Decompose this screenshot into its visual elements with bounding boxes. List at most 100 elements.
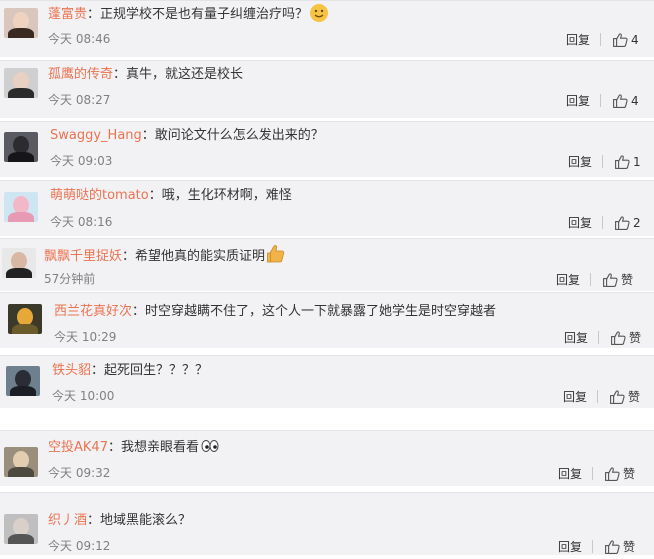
avatar-girl-dark-hair[interactable] bbox=[4, 68, 38, 98]
comment-timestamp: 今天 09:03 bbox=[50, 154, 113, 168]
comment-username[interactable]: 铁头貂 bbox=[52, 363, 91, 378]
comment-line: 铁头貂：起死回生？？？？ bbox=[52, 362, 208, 380]
avatar-dark-character[interactable] bbox=[6, 366, 40, 396]
comment-timestamp: 57分钟前 bbox=[44, 272, 96, 286]
comment-line: 织丿酒：地域黑能滚么？ bbox=[48, 512, 191, 530]
like-button[interactable]: 赞 bbox=[611, 331, 641, 345]
comment-text: ：正规学校不是也有量子纠缠治疗吗？ bbox=[87, 7, 309, 22]
comment-text: ：敢问论文什么怎么发出来的？ bbox=[141, 128, 324, 143]
like-count: 2 bbox=[633, 216, 641, 230]
thumbs-up-icon bbox=[613, 94, 628, 113]
comment-actions: 回复 4 bbox=[566, 92, 639, 110]
comment-text: ：哦，生化环材啊，难怪 bbox=[148, 188, 292, 203]
reply-button[interactable]: 回复 bbox=[556, 273, 580, 287]
avatar-hooded-figure[interactable] bbox=[4, 132, 38, 162]
like-button[interactable]: 赞 bbox=[605, 540, 635, 554]
avatar-pink-anime[interactable] bbox=[4, 192, 38, 222]
thumbs-up-icon bbox=[613, 33, 628, 52]
like-button[interactable]: 赞 bbox=[605, 467, 635, 481]
like-button[interactable]: 2 bbox=[615, 216, 641, 230]
avatar-man-suit[interactable] bbox=[2, 248, 36, 278]
like-count: 赞 bbox=[623, 467, 636, 481]
comment-username[interactable]: Swaggy_Hang bbox=[50, 128, 142, 143]
thumbs-up-icon bbox=[603, 273, 618, 292]
comment-timestamp: 今天 09:12 bbox=[48, 539, 111, 553]
comment-actions: 回复 赞 bbox=[558, 538, 635, 556]
like-button[interactable]: 赞 bbox=[610, 390, 640, 404]
avatar-gray-face[interactable] bbox=[4, 514, 38, 544]
thumbs-up-icon bbox=[615, 155, 630, 174]
comment-timestamp: 今天 10:00 bbox=[52, 389, 115, 403]
avatar-person-figure[interactable] bbox=[4, 447, 38, 477]
comment-username[interactable]: 飘飘千里捉妖 bbox=[44, 249, 122, 264]
action-divider bbox=[600, 94, 602, 107]
action-divider bbox=[592, 540, 594, 553]
eyes-emoji bbox=[201, 439, 219, 453]
comment-line: 萌萌哒的tomato：哦，生化环材啊，难怪 bbox=[50, 187, 292, 205]
reply-button[interactable]: 回复 bbox=[566, 33, 590, 47]
comment-line: 西兰花真好次：时空穿越瞒不住了，这个人一下就暴露了她学生是时空穿越者 bbox=[54, 303, 496, 321]
comment-line: 蓬富贵：正规学校不是也有量子纠缠治疗吗？ bbox=[48, 4, 329, 24]
comment-actions: 回复 赞 bbox=[558, 465, 635, 483]
avatar-candle-flame[interactable] bbox=[8, 304, 42, 334]
comment-timestamp: 今天 08:46 bbox=[48, 32, 111, 46]
avatar-woman-face[interactable] bbox=[4, 8, 38, 38]
comment-line: 空投AK47：我想亲眼看看 bbox=[48, 439, 219, 457]
comment-username[interactable]: 蓬富贵 bbox=[48, 7, 87, 22]
action-divider bbox=[600, 33, 602, 46]
like-button[interactable]: 4 bbox=[613, 94, 639, 108]
comment-actions: 回复 2 bbox=[568, 214, 641, 232]
comment-line: 飘飘千里捉妖：希望他真的能实质证明 bbox=[44, 244, 285, 266]
comment-username[interactable]: 西兰花真好次 bbox=[54, 304, 132, 319]
reply-button[interactable]: 回复 bbox=[558, 540, 582, 554]
comment-line: 孤鹰的传奇：真牛，就这还是校长 bbox=[48, 66, 243, 84]
comment-actions: 回复 1 bbox=[568, 153, 641, 171]
comment-username[interactable]: 萌萌哒的tomato bbox=[50, 188, 149, 203]
comment-actions: 回复 赞 bbox=[563, 388, 640, 406]
reply-button[interactable]: 回复 bbox=[563, 390, 587, 404]
like-button[interactable]: 1 bbox=[615, 155, 641, 169]
reply-button[interactable]: 回复 bbox=[568, 155, 592, 169]
comment-timestamp: 今天 10:29 bbox=[54, 330, 117, 344]
action-divider bbox=[590, 273, 592, 286]
comment-text: ：地域黑能滚么？ bbox=[87, 513, 192, 528]
comment-text: ：希望他真的能实质证明 bbox=[122, 249, 266, 264]
comment-username[interactable]: 孤鹰的传奇 bbox=[48, 67, 113, 82]
comment-actions: 回复 赞 bbox=[556, 271, 633, 289]
action-divider bbox=[598, 331, 600, 344]
thumbs-up-icon bbox=[611, 331, 626, 350]
like-button[interactable]: 赞 bbox=[603, 273, 633, 287]
like-count: 4 bbox=[631, 33, 639, 47]
like-count: 赞 bbox=[628, 390, 641, 404]
thumbs-up-icon bbox=[615, 216, 630, 235]
like-count: 赞 bbox=[629, 331, 642, 345]
reply-button[interactable]: 回复 bbox=[558, 467, 582, 481]
like-count: 4 bbox=[631, 94, 639, 108]
action-divider bbox=[602, 216, 604, 229]
action-divider bbox=[602, 155, 604, 168]
comment-line: Swaggy_Hang：敢问论文什么怎么发出来的？ bbox=[50, 127, 324, 145]
comment-username[interactable]: 织丿酒 bbox=[48, 513, 87, 528]
like-count: 1 bbox=[633, 155, 641, 169]
action-divider bbox=[592, 467, 594, 480]
reply-button[interactable]: 回复 bbox=[564, 331, 588, 345]
smiling-face-emoji bbox=[310, 4, 329, 22]
comment-timestamp: 今天 08:16 bbox=[50, 215, 113, 229]
action-divider bbox=[597, 390, 599, 403]
like-button[interactable]: 4 bbox=[613, 33, 639, 47]
comment-text: ：真牛，就这还是校长 bbox=[113, 67, 244, 82]
like-count: 赞 bbox=[623, 540, 636, 554]
comment-text: ：起死回生？？？？ bbox=[91, 363, 209, 378]
comment-text: ：我想亲眼看看 bbox=[107, 440, 199, 455]
reply-button[interactable]: 回复 bbox=[568, 216, 592, 230]
comment-timestamp: 今天 09:32 bbox=[48, 466, 111, 480]
comment-timestamp: 今天 08:27 bbox=[48, 93, 111, 107]
comment-actions: 回复 4 bbox=[566, 31, 639, 49]
reply-button[interactable]: 回复 bbox=[566, 94, 590, 108]
thumbs-up-emoji bbox=[267, 244, 285, 264]
comment-username[interactable]: 空投AK47 bbox=[48, 440, 108, 455]
comment-text: ：时空穿越瞒不住了，这个人一下就暴露了她学生是时空穿越者 bbox=[132, 304, 497, 319]
thumbs-up-icon bbox=[605, 467, 620, 486]
comment-actions: 回复 赞 bbox=[564, 329, 641, 347]
like-count: 赞 bbox=[621, 273, 634, 287]
